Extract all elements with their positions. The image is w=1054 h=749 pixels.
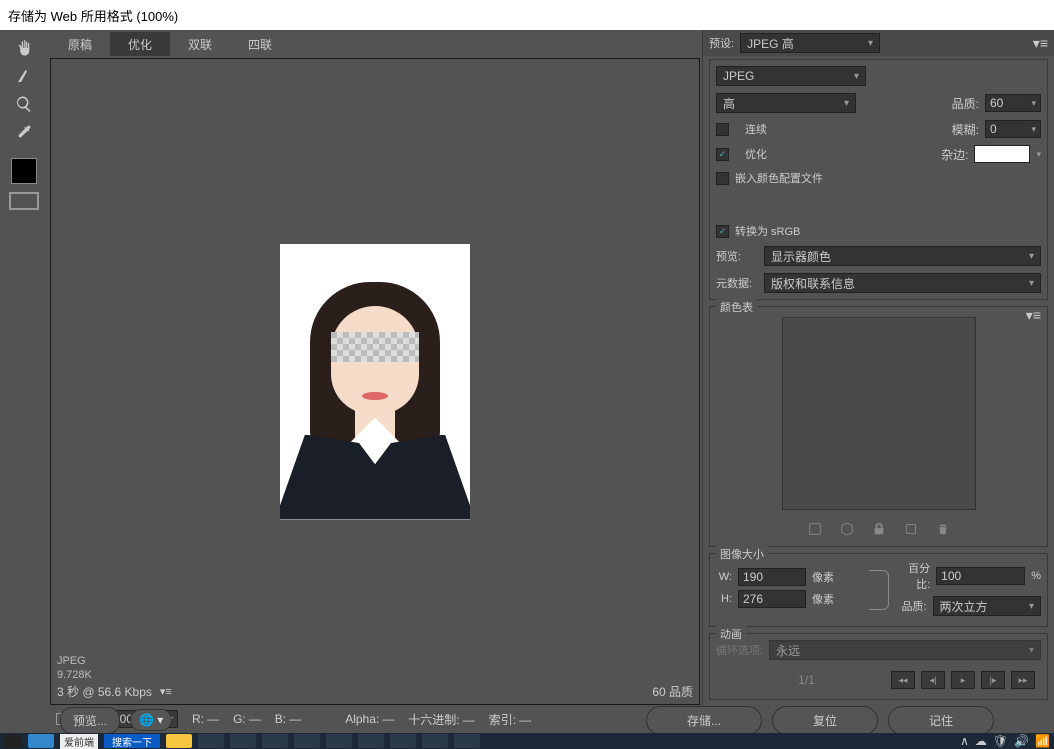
format-readout: JPEG xyxy=(57,655,172,667)
foreground-swatch[interactable] xyxy=(11,158,37,184)
embed-profile-label: 嵌入颜色配置文件 xyxy=(735,170,823,186)
cube-icon[interactable] xyxy=(840,522,854,536)
tab-4up[interactable]: 四联 xyxy=(230,32,290,56)
windows-taskbar: 爱前端 搜索一下 ∧☁🛡🔊📶 xyxy=(0,733,1054,749)
prev-frame-button[interactable]: ◂| xyxy=(921,671,945,689)
save-button[interactable]: 存储... xyxy=(646,706,762,735)
preview-space-label: 预览: xyxy=(716,248,758,264)
image-preview xyxy=(280,244,470,520)
reset-button[interactable]: 复位 xyxy=(772,706,878,735)
colortable-menu-icon[interactable]: ▾≡ xyxy=(1026,307,1041,324)
last-frame-button[interactable]: ▸▸ xyxy=(1011,671,1035,689)
format-dropdown[interactable]: JPEG xyxy=(716,66,866,86)
preview-space-dropdown[interactable]: 显示器颜色 xyxy=(764,246,1041,266)
filesize-readout: 9.728K xyxy=(57,669,172,681)
taskbar-app-7[interactable] xyxy=(358,734,384,748)
optimized-checkbox[interactable]: ✓ xyxy=(716,148,729,161)
system-tray[interactable]: ∧☁🛡🔊📶 xyxy=(960,734,1050,748)
snap-web-icon[interactable] xyxy=(808,522,822,536)
first-frame-button[interactable]: ◂◂ xyxy=(891,671,915,689)
speed-readout: 3 秒 @ 56.6 Kbps xyxy=(57,683,152,700)
eyedropper-tool[interactable] xyxy=(6,118,42,146)
left-toolbar xyxy=(0,30,48,733)
preset-label: 预设: xyxy=(709,35,734,51)
width-input[interactable]: 190 xyxy=(738,568,806,586)
taskbar-app-8[interactable] xyxy=(390,734,416,748)
taskbar-app-label[interactable]: 爱前端 xyxy=(60,734,98,749)
progressive-label: 连续 xyxy=(735,121,767,137)
blur-label: 模糊: xyxy=(947,121,979,138)
hand-tool[interactable] xyxy=(6,34,42,62)
preview-tabs: 原稿 优化 双联 四联 xyxy=(50,32,700,56)
remember-button[interactable]: 记住 xyxy=(888,706,994,735)
taskbar-app-2[interactable] xyxy=(198,734,224,748)
preview-canvas[interactable]: JPEG 9.728K 3 秒 @ 56.6 Kbps ▾≡ 60 品质 xyxy=(50,58,700,705)
taskbar-app-ie[interactable] xyxy=(28,734,54,748)
color-table-grid[interactable] xyxy=(782,317,976,510)
tab-2up[interactable]: 双联 xyxy=(170,32,230,56)
browser-preview-button[interactable]: 🌐 ▾ xyxy=(130,709,172,731)
taskbar-app-4[interactable] xyxy=(262,734,288,748)
format-panel: JPEG 高 品质: 60 连续 模糊: 0 ✓ 优化 杂边: ▾ xyxy=(709,59,1048,300)
metadata-label: 元数据: xyxy=(716,275,758,291)
zoom-tool[interactable] xyxy=(6,90,42,118)
trash-icon[interactable] xyxy=(936,522,950,536)
download-menu-icon[interactable]: ▾≡ xyxy=(160,685,172,698)
next-frame-button[interactable]: |▸ xyxy=(981,671,1005,689)
optimized-label: 优化 xyxy=(735,146,767,162)
quality-preset-dropdown[interactable]: 高 xyxy=(716,93,856,113)
constrain-link-icon[interactable] xyxy=(869,570,889,610)
quality-readout: 60 品质 xyxy=(652,683,693,700)
preset-dropdown[interactable]: JPEG 高 xyxy=(740,33,880,53)
matte-label: 杂边: xyxy=(936,146,968,163)
colortable-title: 颜色表 xyxy=(716,299,757,315)
lock-icon[interactable] xyxy=(872,522,886,536)
matte-color[interactable] xyxy=(974,145,1030,163)
loop-dropdown[interactable]: 永远 xyxy=(769,640,1041,660)
slice-select-tool[interactable] xyxy=(6,62,42,90)
taskbar-app-6[interactable] xyxy=(326,734,352,748)
taskbar-app-5[interactable] xyxy=(294,734,320,748)
play-button[interactable]: ▸ xyxy=(951,671,975,689)
tab-original[interactable]: 原稿 xyxy=(50,32,110,56)
start-button[interactable] xyxy=(4,734,22,748)
colortable-panel: 颜色表 ▾≡ xyxy=(709,306,1048,547)
quality-input[interactable]: 60 xyxy=(985,94,1041,112)
image-size-panel: 图像大小 W: 190 像素 H: 276 像素 xyxy=(709,553,1048,627)
window-title: 存储为 Web 所用格式 (100%) xyxy=(8,6,178,25)
tab-optimized[interactable]: 优化 xyxy=(110,32,170,56)
frame-counter: 1/1 xyxy=(722,673,891,687)
embed-profile-checkbox[interactable] xyxy=(716,172,729,185)
taskbar-app-9[interactable] xyxy=(422,734,448,748)
new-icon[interactable] xyxy=(904,522,918,536)
window-titlebar: 存储为 Web 所用格式 (100%) xyxy=(0,0,1054,30)
percent-input[interactable]: 100 xyxy=(936,567,1025,585)
convert-srgb-checkbox[interactable]: ✓ xyxy=(716,225,729,238)
blur-input[interactable]: 0 xyxy=(985,120,1041,138)
quality-label: 品质: xyxy=(947,95,979,112)
animation-title: 动画 xyxy=(716,626,746,642)
animation-panel: 动画 循环选项: 永远 1/1 ◂◂ ◂| ▸ |▸ ▸▸ xyxy=(709,633,1048,700)
metadata-dropdown[interactable]: 版权和联系信息 xyxy=(764,273,1041,293)
resample-dropdown[interactable]: 两次立方 xyxy=(933,596,1042,616)
slice-visibility-toggle[interactable] xyxy=(9,192,39,210)
settings-panel: 预设: JPEG 高 ▾≡ JPEG 高 品质: 60 连续 模糊: 0 ✓ 优… xyxy=(702,30,1054,733)
progressive-checkbox[interactable] xyxy=(716,123,729,136)
taskbar-search[interactable]: 搜索一下 xyxy=(104,734,160,748)
preview-button[interactable]: 预览... xyxy=(60,707,120,734)
taskbar-app-3[interactable] xyxy=(230,734,256,748)
panel-menu-icon[interactable]: ▾≡ xyxy=(1033,35,1048,52)
loop-label: 循环选项: xyxy=(716,642,763,658)
taskbar-app-explorer[interactable] xyxy=(166,734,192,748)
image-size-title: 图像大小 xyxy=(716,546,768,562)
taskbar-app-10[interactable] xyxy=(454,734,480,748)
convert-srgb-label: 转换为 sRGB xyxy=(735,223,800,239)
height-input[interactable]: 276 xyxy=(738,590,806,608)
